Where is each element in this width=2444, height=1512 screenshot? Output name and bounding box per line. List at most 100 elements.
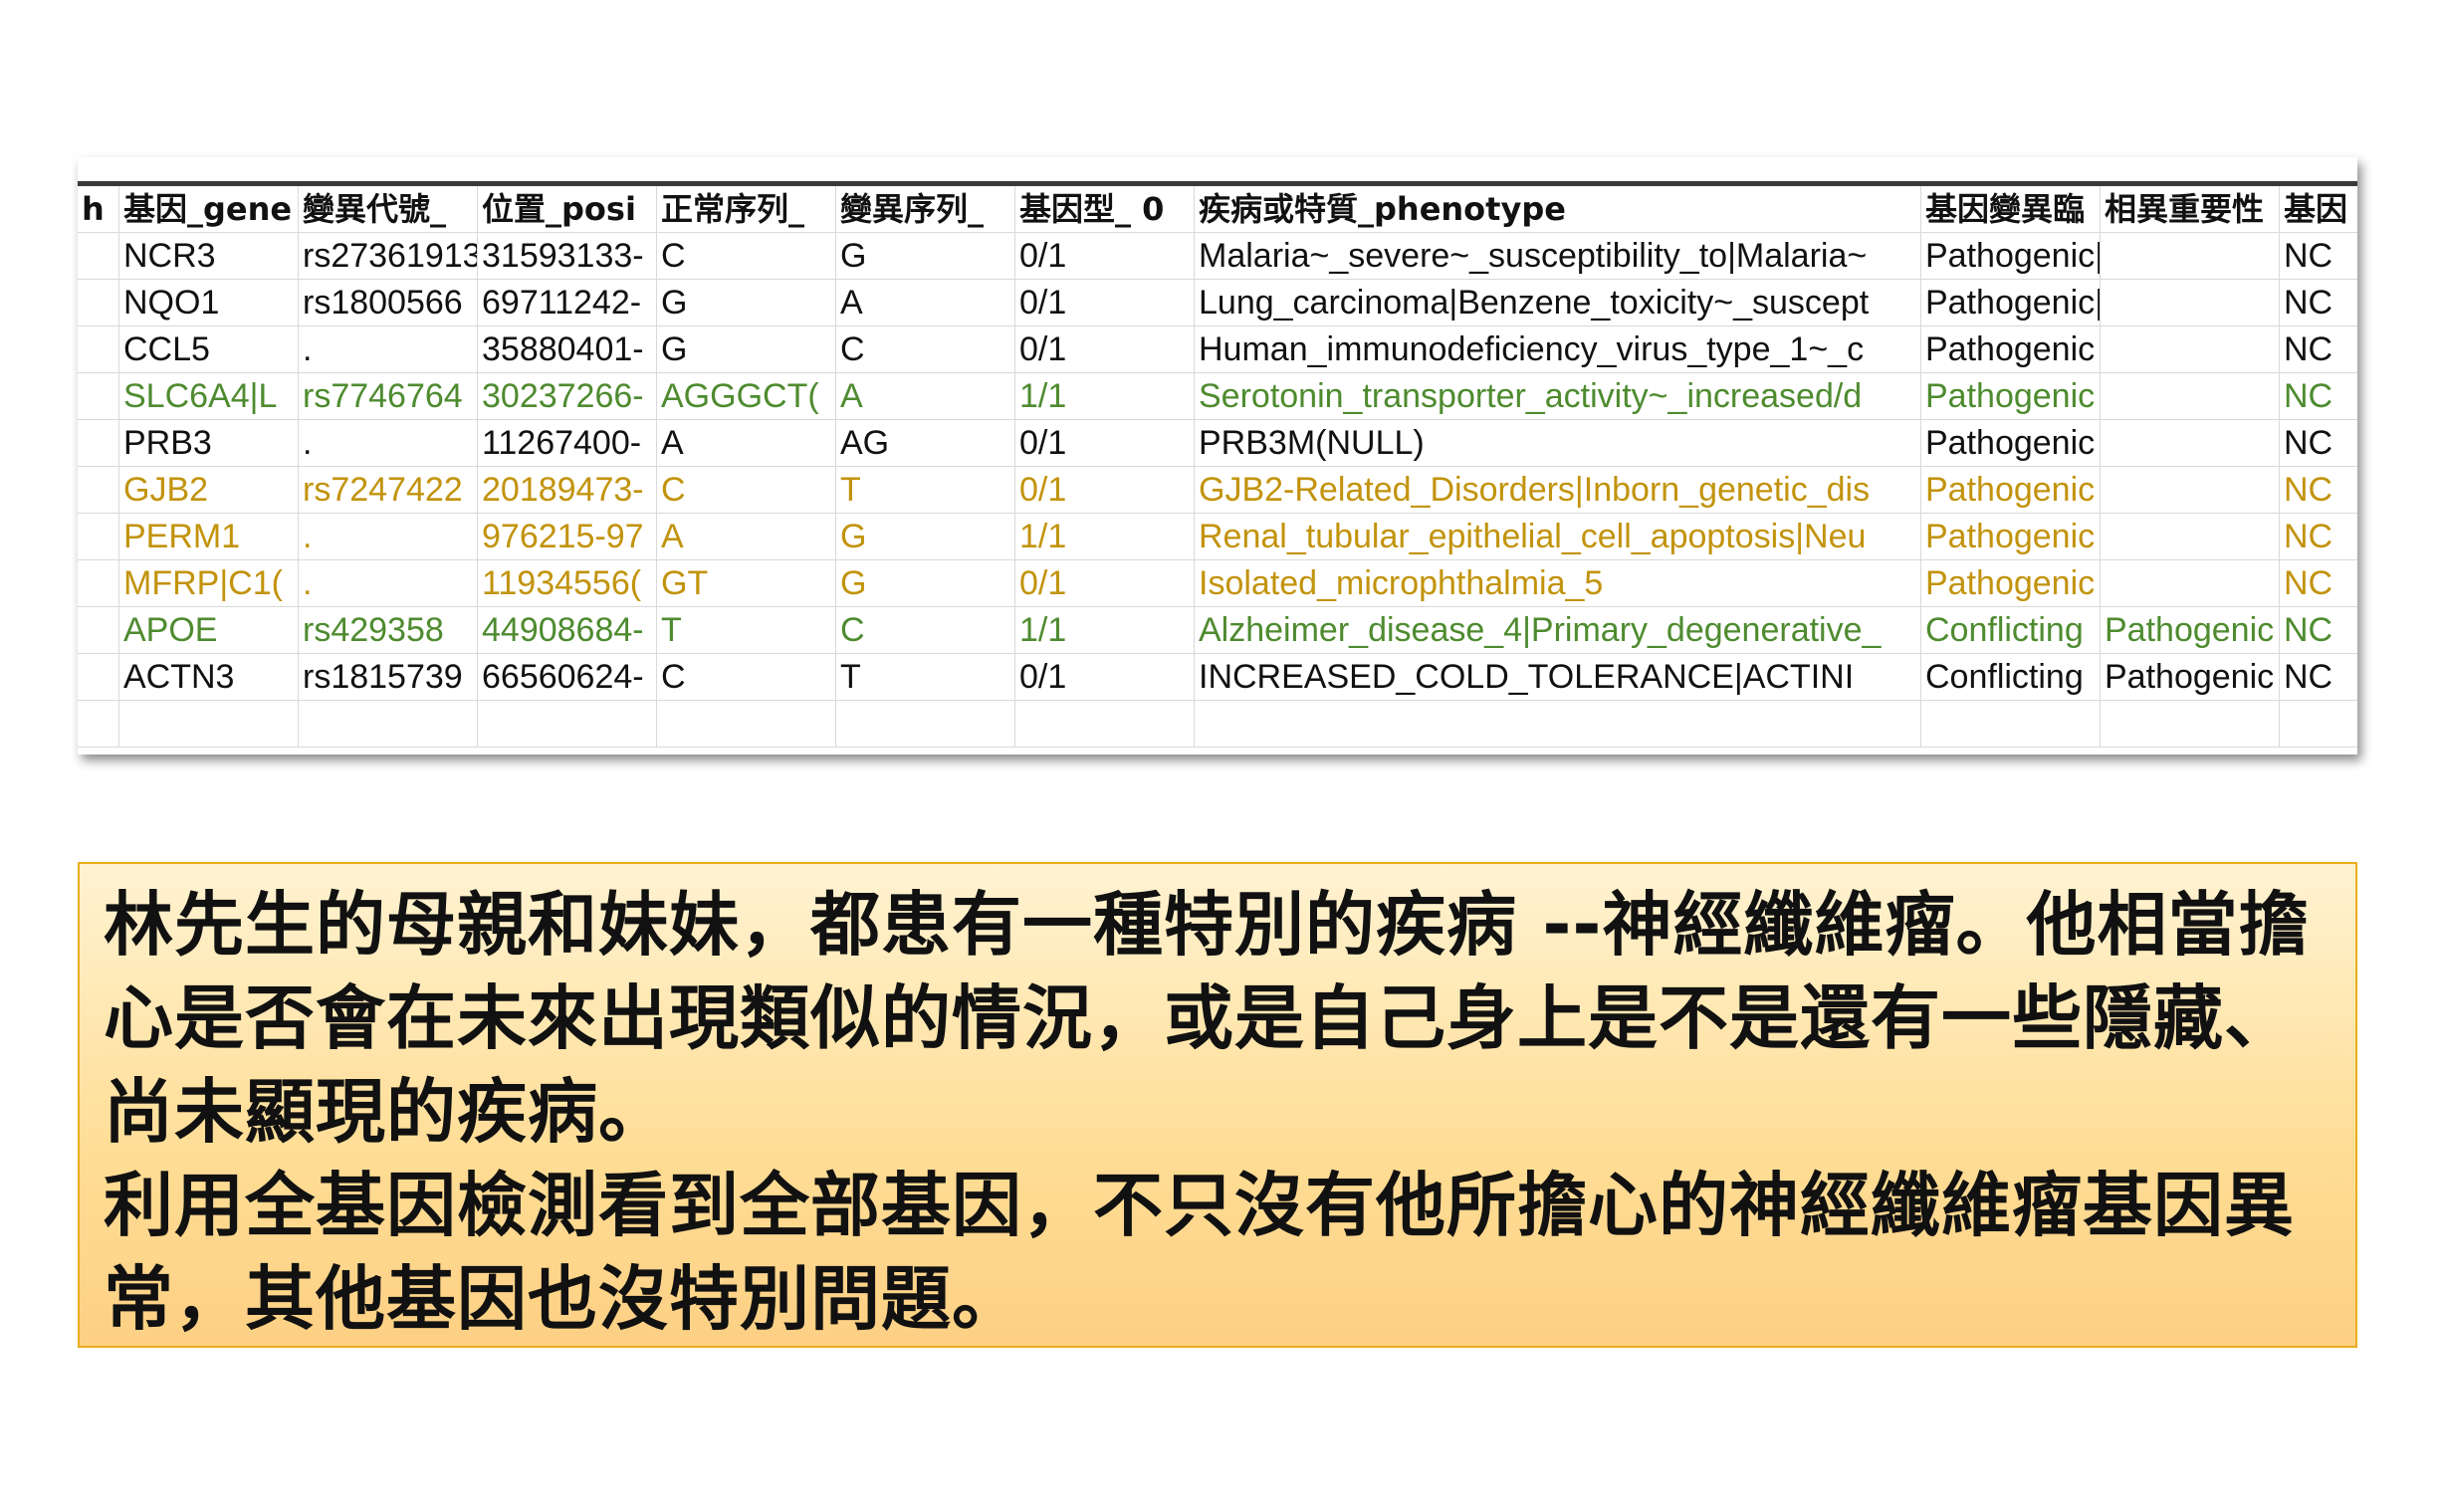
- table-cell[interactable]: C: [657, 654, 836, 701]
- table-cell[interactable]: 69711242-: [478, 280, 657, 326]
- table-cell[interactable]: 66560624-: [478, 654, 657, 701]
- table-cell[interactable]: 1/1: [1015, 607, 1195, 654]
- table-cell[interactable]: Pathogenic: [1921, 560, 2101, 607]
- table-cell[interactable]: C: [836, 607, 1015, 654]
- table-cell[interactable]: Isolated_microphthalmia_5: [1195, 560, 1921, 607]
- table-cell[interactable]: NQO1: [119, 280, 299, 326]
- table-cell[interactable]: 20189473-: [478, 467, 657, 514]
- table-cell[interactable]: .: [299, 514, 478, 560]
- table-cell[interactable]: [2101, 560, 2280, 607]
- table-cell[interactable]: 1/1: [1015, 373, 1195, 420]
- table-cell[interactable]: NC: [2280, 420, 2357, 467]
- table-cell[interactable]: C: [836, 326, 1015, 373]
- table-cell[interactable]: GJB2-Related_Disorders|Inborn_genetic_di…: [1195, 467, 1921, 514]
- table-cell[interactable]: A: [836, 373, 1015, 420]
- table-cell[interactable]: NC: [2280, 280, 2357, 326]
- table-cell[interactable]: Pathogenic|risk_facto: [1921, 233, 2101, 280]
- table-cell[interactable]: rs1800566: [299, 280, 478, 326]
- table-cell[interactable]: 30237266-: [478, 373, 657, 420]
- table-cell[interactable]: [2101, 420, 2280, 467]
- table-cell[interactable]: [78, 467, 119, 514]
- table-cell[interactable]: Serotonin_transporter_activity~_increase…: [1195, 373, 1921, 420]
- table-cell[interactable]: [299, 701, 478, 748]
- table-cell[interactable]: T: [836, 654, 1015, 701]
- column-header[interactable]: 位置_posi: [478, 186, 657, 233]
- table-cell[interactable]: 11267400-: [478, 420, 657, 467]
- table-cell[interactable]: 1/1: [1015, 514, 1195, 560]
- table-cell[interactable]: AG: [836, 420, 1015, 467]
- table-cell[interactable]: A: [657, 514, 836, 560]
- table-cell[interactable]: [119, 701, 299, 748]
- table-cell[interactable]: Alzheimer_disease_4|Primary_degenerative…: [1195, 607, 1921, 654]
- column-header[interactable]: 變異代號_: [299, 186, 478, 233]
- table-cell[interactable]: NC: [2280, 233, 2357, 280]
- table-cell[interactable]: GT: [657, 560, 836, 607]
- table-cell[interactable]: rs7746764: [299, 373, 478, 420]
- table-cell[interactable]: G: [836, 560, 1015, 607]
- table-cell[interactable]: .: [299, 326, 478, 373]
- table-cell[interactable]: 11934556(: [478, 560, 657, 607]
- table-cell[interactable]: [657, 701, 836, 748]
- table-cell[interactable]: Pathogenic|risk_facto: [1921, 280, 2101, 326]
- column-header[interactable]: 基因: [2280, 186, 2357, 233]
- table-cell[interactable]: NC: [2280, 607, 2357, 654]
- table-cell[interactable]: 0/1: [1015, 467, 1195, 514]
- table-cell[interactable]: [2280, 701, 2357, 748]
- table-cell[interactable]: Pathogenic: [1921, 467, 2101, 514]
- table-cell[interactable]: 0/1: [1015, 654, 1195, 701]
- table-cell[interactable]: SLC6A4|L: [119, 373, 299, 420]
- table-cell[interactable]: PERM1: [119, 514, 299, 560]
- table-cell[interactable]: T: [657, 607, 836, 654]
- table-cell[interactable]: [78, 373, 119, 420]
- table-cell[interactable]: 976215-97: [478, 514, 657, 560]
- table-cell[interactable]: 0/1: [1015, 233, 1195, 280]
- table-cell[interactable]: rs27361913: [299, 233, 478, 280]
- table-cell[interactable]: NC: [2280, 373, 2357, 420]
- table-cell[interactable]: A: [836, 280, 1015, 326]
- table-cell[interactable]: rs1815739: [299, 654, 478, 701]
- table-cell[interactable]: G: [836, 233, 1015, 280]
- table-cell[interactable]: [1015, 701, 1195, 748]
- column-header[interactable]: h: [78, 186, 119, 233]
- table-cell[interactable]: A: [657, 420, 836, 467]
- table-cell[interactable]: [78, 233, 119, 280]
- table-cell[interactable]: NC: [2280, 514, 2357, 560]
- table-cell[interactable]: Malaria~_severe~_susceptibility_to|Malar…: [1195, 233, 1921, 280]
- table-cell[interactable]: G: [836, 514, 1015, 560]
- table-cell[interactable]: Pathogenic: [1921, 373, 2101, 420]
- table-cell[interactable]: rs429358: [299, 607, 478, 654]
- table-cell[interactable]: G: [657, 280, 836, 326]
- table-cell[interactable]: MFRP|C1(: [119, 560, 299, 607]
- table-cell[interactable]: Conflicting: [1921, 607, 2101, 654]
- column-header[interactable]: 相異重要性: [2101, 186, 2280, 233]
- table-cell[interactable]: NC: [2280, 467, 2357, 514]
- table-cell[interactable]: C: [657, 233, 836, 280]
- table-cell[interactable]: NC: [2280, 654, 2357, 701]
- table-cell[interactable]: NCR3: [119, 233, 299, 280]
- table-cell[interactable]: [78, 420, 119, 467]
- table-cell[interactable]: [2101, 514, 2280, 560]
- table-cell[interactable]: Human_immunodeficiency_virus_type_1~_c: [1195, 326, 1921, 373]
- table-cell[interactable]: .: [299, 420, 478, 467]
- column-header[interactable]: 正常序列_: [657, 186, 836, 233]
- table-cell[interactable]: [78, 280, 119, 326]
- table-cell[interactable]: NC: [2280, 560, 2357, 607]
- column-header[interactable]: 基因型_ 0: [1015, 186, 1195, 233]
- table-cell[interactable]: [1195, 701, 1921, 748]
- table-cell[interactable]: 35880401-: [478, 326, 657, 373]
- table-cell[interactable]: 0/1: [1015, 420, 1195, 467]
- table-cell[interactable]: [78, 514, 119, 560]
- table-cell[interactable]: .: [299, 560, 478, 607]
- column-header[interactable]: 變異序列_: [836, 186, 1015, 233]
- table-cell[interactable]: APOE: [119, 607, 299, 654]
- column-header[interactable]: 基因變異臨: [1921, 186, 2101, 233]
- table-cell[interactable]: Pathogenic: [1921, 420, 2101, 467]
- table-cell[interactable]: Renal_tubular_epithelial_cell_apoptosis|…: [1195, 514, 1921, 560]
- table-cell[interactable]: 31593133-: [478, 233, 657, 280]
- table-cell[interactable]: [2101, 280, 2280, 326]
- table-cell[interactable]: Pathogenic: [1921, 326, 2101, 373]
- table-cell[interactable]: [78, 607, 119, 654]
- column-header[interactable]: 基因_gene: [119, 186, 299, 233]
- table-cell[interactable]: [2101, 326, 2280, 373]
- table-cell[interactable]: ACTN3: [119, 654, 299, 701]
